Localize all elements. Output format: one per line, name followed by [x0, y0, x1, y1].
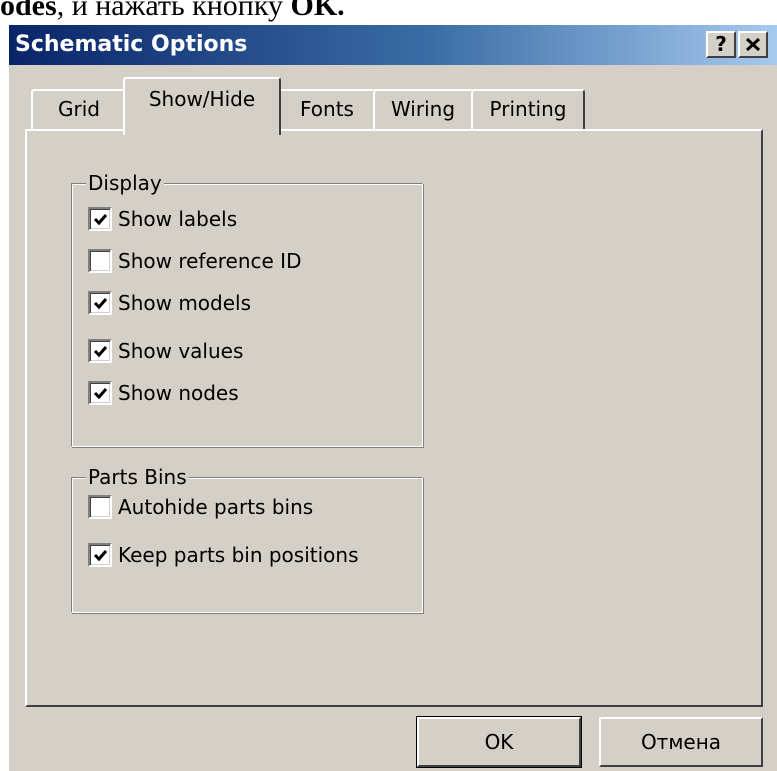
- show-hide-tab-panel: Display Show labels Show reference ID Sh…: [25, 129, 763, 707]
- checkbox-label: Keep parts bin positions: [118, 543, 359, 567]
- checkbox-show-nodes[interactable]: Show nodes: [88, 378, 239, 408]
- title-bar[interactable]: Schematic Options ?: [9, 25, 777, 65]
- tab-show-hide[interactable]: Show/Hide: [123, 77, 281, 135]
- close-button[interactable]: [738, 31, 768, 58]
- checkbox-box[interactable]: [88, 207, 112, 231]
- tab-wiring[interactable]: Wiring: [373, 89, 473, 129]
- checkbox-show-reference-id[interactable]: Show reference ID: [88, 246, 301, 276]
- checkbox-box[interactable]: [88, 381, 112, 405]
- checkbox-keep-parts-bin-positions[interactable]: Keep parts bin positions: [88, 540, 359, 570]
- checkbox-show-models[interactable]: Show models: [88, 288, 251, 318]
- parts-bins-groupbox: Parts Bins Autohide parts bins Keep part…: [71, 464, 423, 613]
- checkmark-icon: [93, 346, 108, 358]
- checkbox-box[interactable]: [88, 249, 112, 273]
- checkbox-label: Autohide parts bins: [118, 495, 314, 519]
- checkbox-box[interactable]: [88, 495, 112, 519]
- ok-button[interactable]: OK: [416, 716, 582, 768]
- checkbox-label: Show values: [118, 339, 244, 363]
- close-icon: [745, 37, 761, 52]
- display-group-legend: Display: [86, 170, 164, 196]
- tab-printing[interactable]: Printing: [471, 89, 585, 129]
- document-text-normal: , и нажать кнопку: [56, 0, 291, 22]
- checkmark-icon: [93, 388, 108, 400]
- checkbox-label: Show reference ID: [118, 249, 302, 273]
- schematic-options-dialog: Schematic Options ? Grid Show/Hide Fonts…: [8, 24, 777, 771]
- screenshot: odes, и нажать кнопку OK. Schematic Opti…: [0, 0, 777, 771]
- dialog-title: Schematic Options: [15, 32, 248, 57]
- checkmark-icon: [93, 214, 108, 226]
- cancel-button[interactable]: Отмена: [599, 717, 763, 767]
- checkbox-box[interactable]: [88, 339, 112, 363]
- checkbox-label: Show models: [118, 291, 252, 315]
- checkbox-label: Show nodes: [118, 381, 239, 405]
- checkmark-icon: [93, 550, 108, 562]
- help-button[interactable]: ?: [706, 31, 736, 58]
- checkbox-label: Show labels: [118, 207, 238, 231]
- tab-grid[interactable]: Grid: [31, 89, 127, 129]
- checkbox-box[interactable]: [88, 291, 112, 315]
- document-text-bold-end: OK.: [290, 0, 345, 22]
- tab-fonts[interactable]: Fonts: [279, 89, 375, 129]
- checkbox-show-labels[interactable]: Show labels: [88, 204, 237, 234]
- checkbox-box[interactable]: [88, 543, 112, 567]
- checkbox-autohide-parts-bins[interactable]: Autohide parts bins: [88, 492, 313, 522]
- document-text-line: odes, и нажать кнопку OK.: [0, 0, 345, 24]
- checkmark-icon: [93, 298, 108, 310]
- parts-bins-group-legend: Parts Bins: [86, 464, 189, 490]
- document-text-bold: odes: [0, 0, 57, 22]
- checkbox-show-values[interactable]: Show values: [88, 336, 243, 366]
- display-groupbox: Display Show labels Show reference ID Sh…: [71, 170, 423, 447]
